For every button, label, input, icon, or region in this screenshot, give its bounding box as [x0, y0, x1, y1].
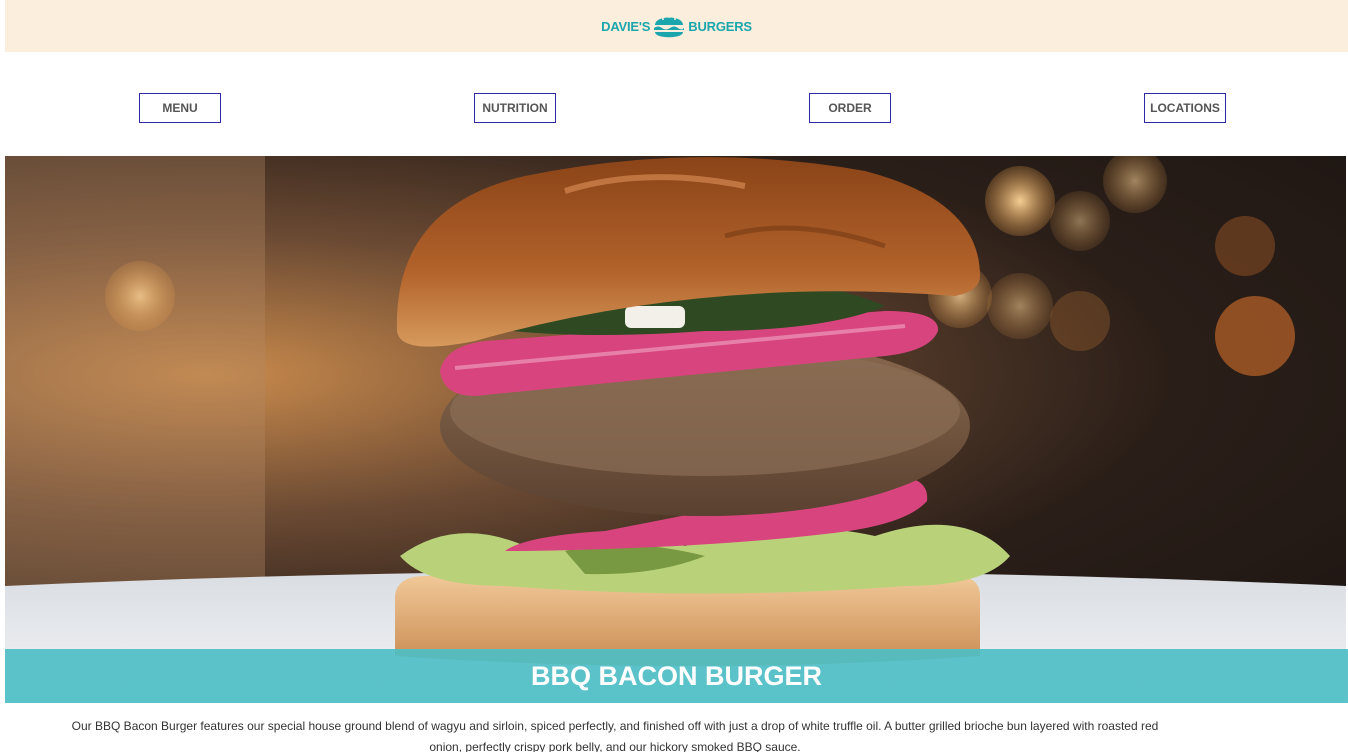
logo-text-left: DAVIE'S: [601, 18, 651, 34]
hero-caption-band: BBQ BACON BURGER: [5, 649, 1348, 703]
product-description: Our BBQ Bacon Burger features our specia…: [71, 719, 1159, 752]
burger-icon: [654, 16, 685, 38]
hero-burger-image: [5, 156, 1346, 703]
burger-photo: [5, 156, 1346, 703]
nav-locations-button[interactable]: LOCATIONS: [1144, 93, 1226, 123]
nav-order-button[interactable]: ORDER: [809, 93, 891, 123]
site-logo[interactable]: DAVIE'S BURGERS: [601, 9, 752, 43]
nav-nutrition-button[interactable]: NUTRITION: [474, 93, 556, 123]
logo-text-right: BURGERS: [688, 18, 752, 34]
site-header: DAVIE'S BURGERS: [5, 0, 1348, 52]
product-title: BBQ BACON BURGER: [530, 660, 822, 691]
nav-menu-button[interactable]: MENU: [139, 93, 221, 123]
main-nav: MENU NUTRITION ORDER LOCATIONS: [0, 52, 1348, 156]
